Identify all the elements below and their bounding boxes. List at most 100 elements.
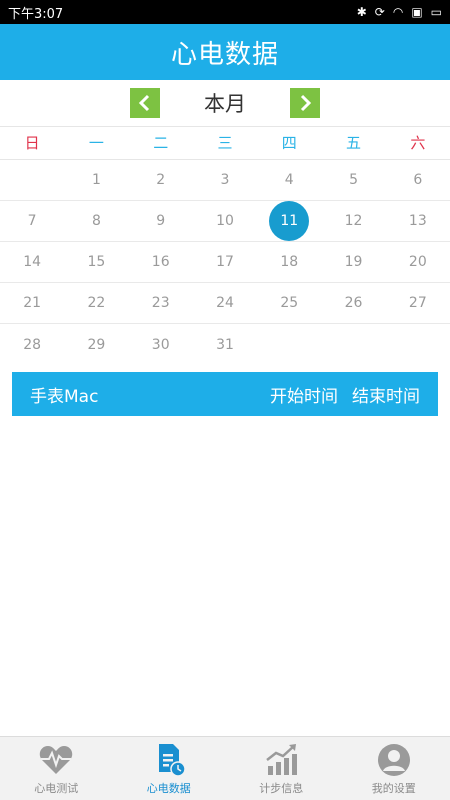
calendar-day[interactable]: 17	[193, 242, 257, 282]
calendar-day[interactable]: 24	[193, 283, 257, 323]
calendar-day-number: 21	[23, 295, 42, 311]
tab-label: 心电测试	[34, 781, 79, 795]
user-avatar-icon	[377, 743, 410, 776]
document-clock-icon	[158, 743, 186, 777]
calendar-week-row: 1 2 3 4 5 6	[0, 160, 450, 201]
calendar-day[interactable]: 10	[193, 201, 257, 241]
weekday-sun: 日	[24, 134, 40, 152]
calendar-day-number: 16	[151, 254, 170, 270]
calendar-day-number: 5	[349, 172, 358, 188]
status-icons: ✱ ⟳ ◠ ▣ ▭	[357, 5, 442, 19]
calendar-day[interactable]: 14	[0, 242, 64, 282]
calendar-day-number: 7	[27, 213, 37, 229]
calendar-day-number: 14	[23, 254, 42, 270]
battery-icon: ▭	[430, 5, 442, 19]
calendar-week-row: 28 29 30 31	[0, 324, 450, 365]
calendar-day[interactable]: 21	[0, 283, 64, 323]
app-header: 心电数据	[0, 24, 450, 80]
calendar-day[interactable]: 19	[321, 242, 385, 282]
column-start-time: 开始时间	[270, 386, 338, 407]
calendar-day[interactable]: 8	[64, 201, 128, 241]
calendar-day-number: 13	[408, 213, 427, 229]
status-bar: 下午3:07 ✱ ⟳ ◠ ▣ ▭	[0, 0, 450, 24]
calendar-day[interactable]: 1	[64, 160, 128, 200]
calendar-day-number: 12	[344, 213, 363, 229]
wifi-icon: ◠	[392, 5, 404, 19]
calendar-day[interactable]: 6	[386, 160, 450, 200]
calendar-day-number: 31	[216, 336, 234, 353]
column-mac: 手表Mac	[30, 386, 99, 407]
next-month-button[interactable]	[290, 88, 320, 118]
calendar-day[interactable]: 3	[193, 160, 257, 200]
bar-chart-icon	[266, 743, 298, 775]
records-table-header: 手表Mac 开始时间 结束时间	[12, 372, 438, 416]
calendar-grid: 1 2 3 4 5 6 7 8 9 10 11 12 13 14 15 16 17 18 19 20 21 22 23 24 2…	[0, 160, 450, 365]
prev-month-button[interactable]	[130, 88, 160, 118]
calendar-day[interactable]: 9	[129, 201, 193, 241]
calendar-day-number: 29	[87, 336, 106, 353]
tab-ecg-test[interactable]: 心电测试	[0, 737, 113, 800]
calendar-day-number: 19	[344, 254, 363, 270]
calendar-day-number: 17	[216, 254, 234, 270]
calendar-day[interactable]: 5	[321, 160, 385, 200]
weekday-thu: 四	[281, 134, 297, 152]
calendar-day[interactable]: 26	[321, 283, 385, 323]
calendar-day[interactable]: 30	[129, 324, 193, 365]
calendar-day-number: 9	[156, 213, 166, 229]
calendar-day-number: 10	[216, 213, 234, 229]
tab-label: 计步信息	[259, 781, 304, 795]
weekday-header: 日 一 二 三 四 五 六	[0, 126, 450, 160]
calendar-empty-cell	[321, 324, 385, 365]
calendar-day[interactable]: 29	[64, 324, 128, 365]
weekday-tue: 二	[153, 134, 169, 152]
calendar-day[interactable]: 13	[386, 201, 450, 241]
calendar-week-row: 14 15 16 17 18 19 20	[0, 242, 450, 283]
tab-label: 我的设置	[371, 781, 416, 795]
calendar-day[interactable]: 27	[386, 283, 450, 323]
calendar-week-row: 21 22 23 24 25 26 27	[0, 283, 450, 324]
tab-label: 心电数据	[146, 781, 191, 795]
tab-steps[interactable]: 计步信息	[225, 737, 338, 800]
calendar-day[interactable]: 15	[64, 242, 128, 282]
calendar-day[interactable]: 28	[0, 324, 64, 365]
calendar-day-number: 27	[408, 295, 427, 311]
calendar-day-number: 15	[87, 254, 106, 270]
calendar-day-number: 28	[23, 336, 42, 353]
calendar-day[interactable]: 18	[257, 242, 321, 282]
calendar-day[interactable]: 20	[386, 242, 450, 282]
calendar-day-number: 25	[280, 295, 299, 311]
calendar-day[interactable]: 16	[129, 242, 193, 282]
calendar-day[interactable]: 12	[321, 201, 385, 241]
calendar-week-row: 7 8 9 10 11 12 13	[0, 201, 450, 242]
sync-icon: ⟳	[374, 5, 385, 19]
calendar-day-number: 2	[156, 172, 166, 188]
calendar-day[interactable]: 4	[257, 160, 321, 200]
month-nav: 本月	[0, 80, 450, 126]
calendar-day[interactable]: 2	[129, 160, 193, 200]
calendar-day-number: 1	[91, 172, 101, 188]
calendar-day[interactable]: 23	[129, 283, 193, 323]
calendar-day-number: 18	[280, 254, 299, 270]
calendar-day[interactable]: 7	[0, 201, 64, 241]
calendar-day[interactable]: 25	[257, 283, 321, 323]
calendar-day[interactable]: 11	[257, 201, 321, 241]
month-label: 本月	[204, 92, 246, 116]
calendar-empty-cell	[386, 324, 450, 365]
tab-ecg-data[interactable]: 心电数据	[113, 737, 226, 800]
calendar-day-number: 6	[413, 172, 423, 188]
calendar-day-number: 20	[408, 254, 427, 270]
calendar-day-number: 22	[87, 295, 106, 311]
calendar-day[interactable]: 22	[64, 283, 128, 323]
calendar-day-number: 8	[91, 213, 101, 229]
calendar-day-number: 24	[216, 295, 234, 311]
calendar-day-number: 23	[151, 295, 170, 311]
weekday-wed: 三	[217, 134, 233, 152]
heart-pulse-icon	[40, 745, 73, 774]
calendar-day[interactable]: 31	[193, 324, 257, 365]
weekday-mon: 一	[88, 134, 104, 152]
sim-icon: ▣	[411, 5, 423, 19]
calendar-empty-cell	[0, 160, 64, 200]
chevron-right-icon	[300, 94, 312, 112]
weekday-fri: 五	[346, 134, 362, 152]
tab-settings[interactable]: 我的设置	[338, 737, 450, 800]
